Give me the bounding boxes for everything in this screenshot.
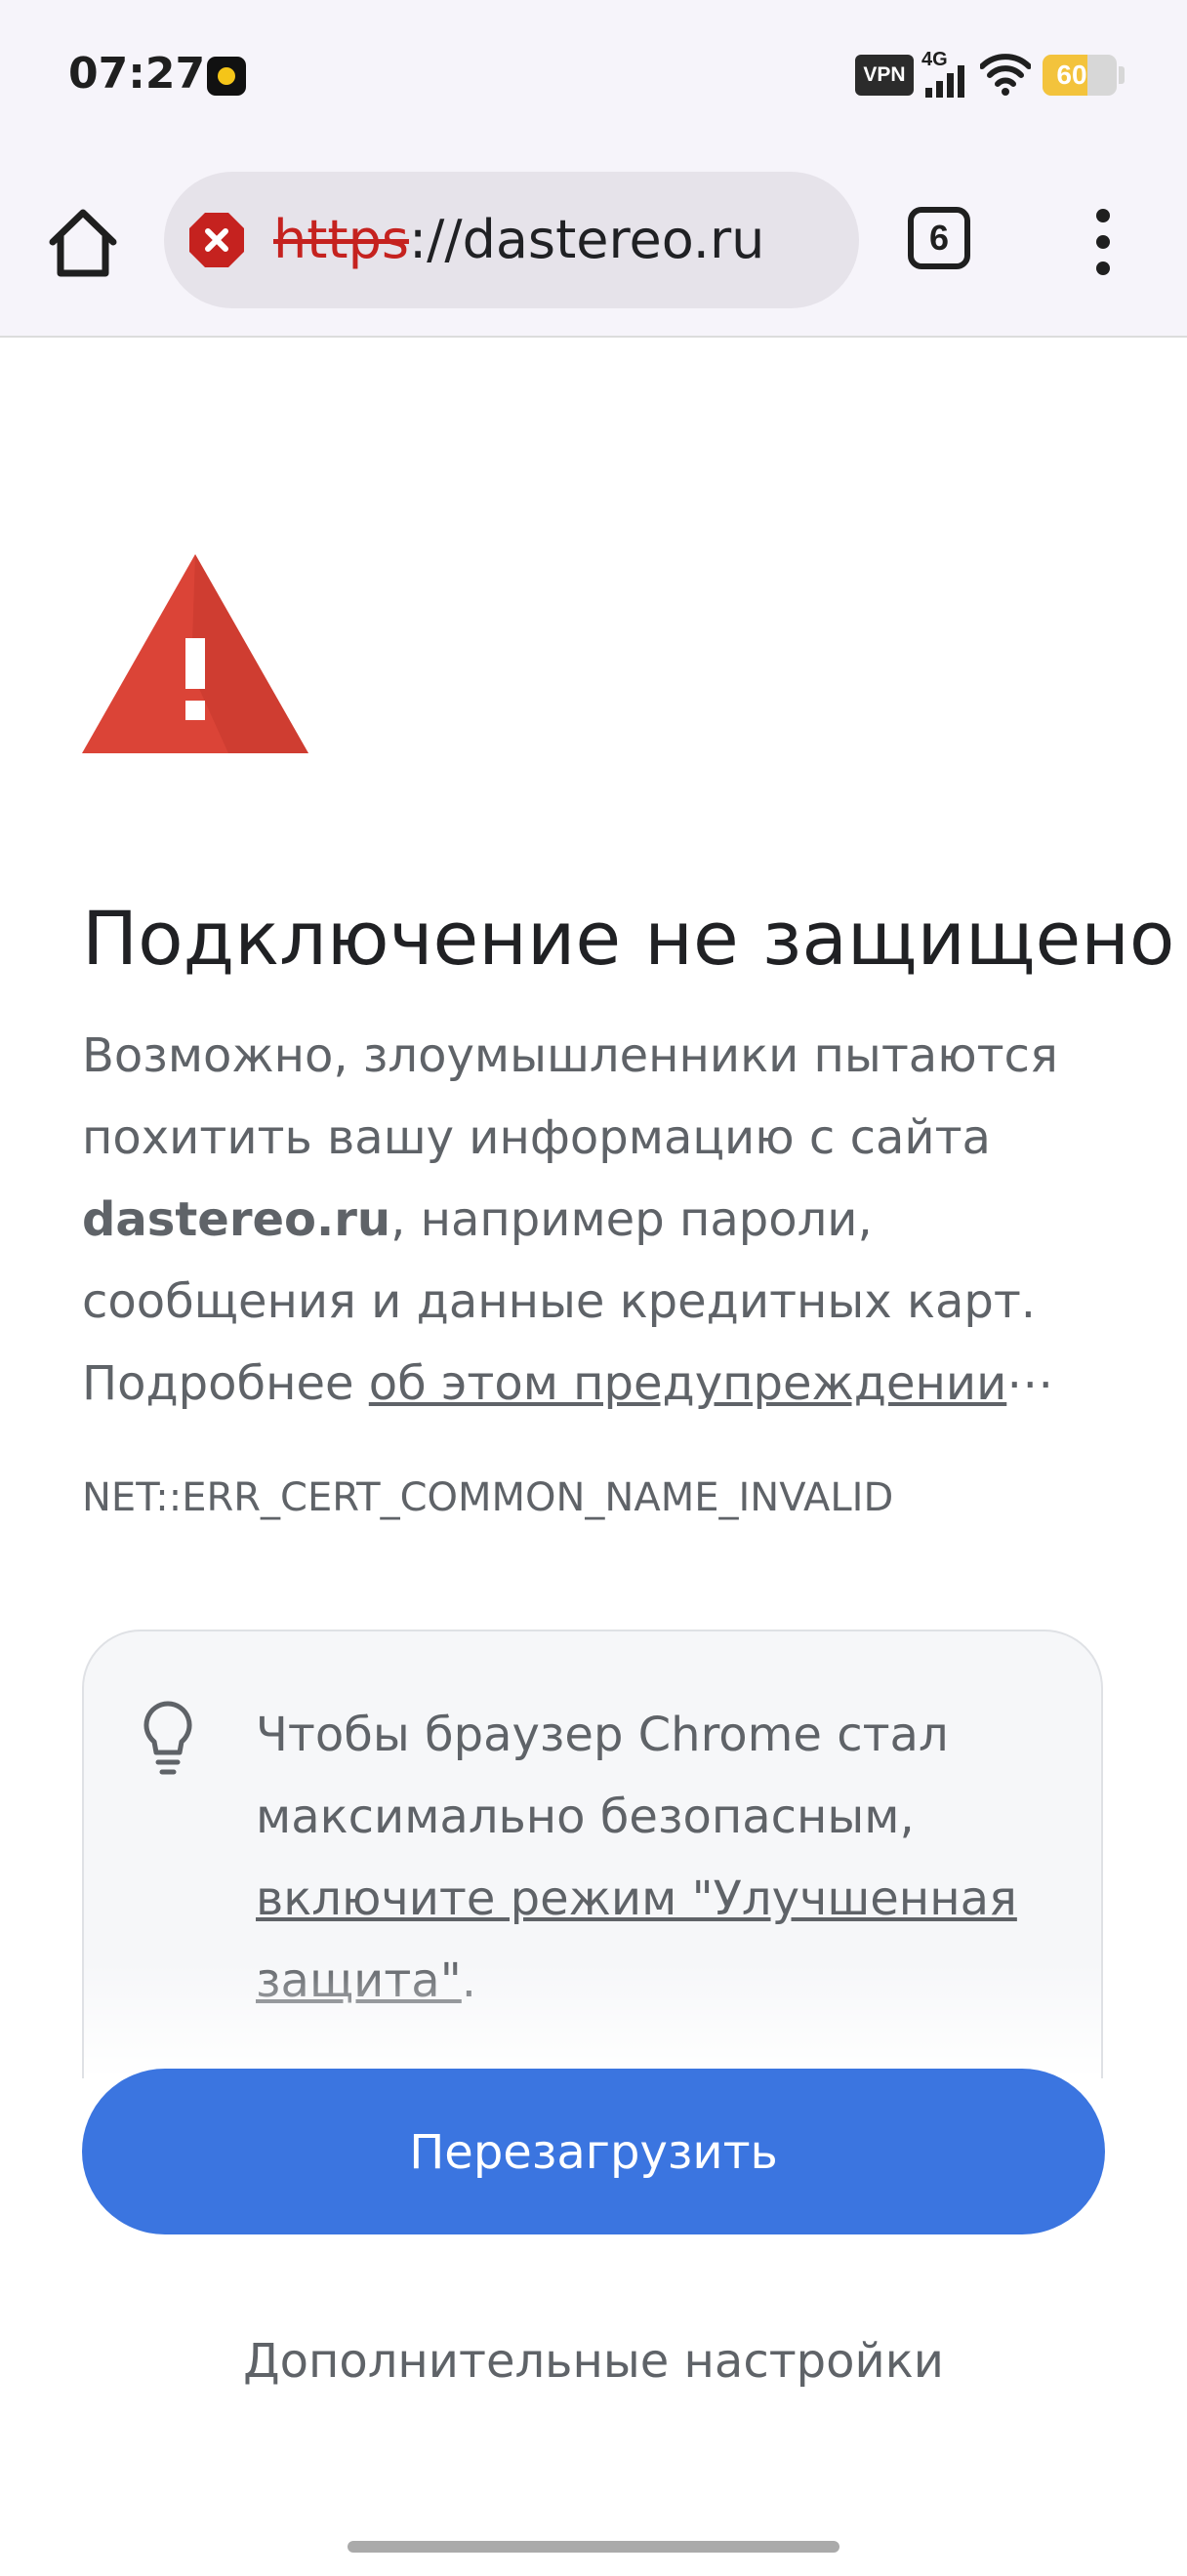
description-part1: Возможно, злоумышленники пытаются похити… xyxy=(82,1028,1058,1165)
status-bar: 07:27 VPN 4G 60 xyxy=(0,0,1187,156)
enhanced-protection-link[interactable]: включите режим "Улучшенная защита" xyxy=(256,1872,1017,2008)
site-domain: dastereo.ru xyxy=(82,1192,391,1247)
learn-more-link[interactable]: об этом предупреждении xyxy=(369,1356,1006,1411)
page-title: Подключение не защищено xyxy=(82,895,1175,982)
warning-description: Возможно, злоумышленники пытаются похити… xyxy=(82,1015,1117,1425)
vpn-badge: VPN xyxy=(855,55,914,96)
advanced-settings-button[interactable]: Дополнительные настройки xyxy=(82,2322,1105,2400)
ellipsis: ⋯ xyxy=(1006,1356,1054,1411)
url-scheme: https xyxy=(273,209,409,270)
battery-tip xyxy=(1119,66,1125,84)
lightbulb-icon xyxy=(143,1701,192,1775)
wifi-icon xyxy=(980,54,1031,96)
error-code: NET::ERR_CERT_COMMON_NAME_INVALID xyxy=(82,1475,894,1520)
battery-level: 60 xyxy=(1056,60,1087,90)
clock: 07:27 xyxy=(68,49,206,99)
tip-prefix: Чтобы браузер Chrome стал максимально бе… xyxy=(256,1708,949,1844)
signal-icon xyxy=(925,65,964,98)
url-text[interactable]: https://dastereo.ru xyxy=(273,211,764,269)
address-bar[interactable]: https://dastereo.ru xyxy=(164,172,859,308)
warning-triangle-icon xyxy=(82,554,308,753)
notification-app-icon xyxy=(207,57,246,96)
tab-switcher-button[interactable]: 6 xyxy=(908,207,970,269)
url-host: ://dastereo.ru xyxy=(408,209,765,270)
home-icon[interactable] xyxy=(43,203,123,283)
more-menu-icon[interactable] xyxy=(1082,207,1126,277)
security-tip-card: Чтобы браузер Chrome стал максимально бе… xyxy=(82,1630,1103,2078)
tip-suffix: . xyxy=(461,1953,477,2008)
battery-icon: 60 xyxy=(1043,55,1117,96)
browser-toolbar: https://dastereo.ru 6 xyxy=(0,156,1187,338)
not-secure-icon[interactable] xyxy=(187,211,246,269)
tip-text: Чтобы браузер Chrome стал максимально бе… xyxy=(256,1694,1066,2022)
gesture-nav-handle[interactable] xyxy=(348,2541,839,2553)
reload-button[interactable]: Перезагрузить xyxy=(82,2069,1105,2234)
